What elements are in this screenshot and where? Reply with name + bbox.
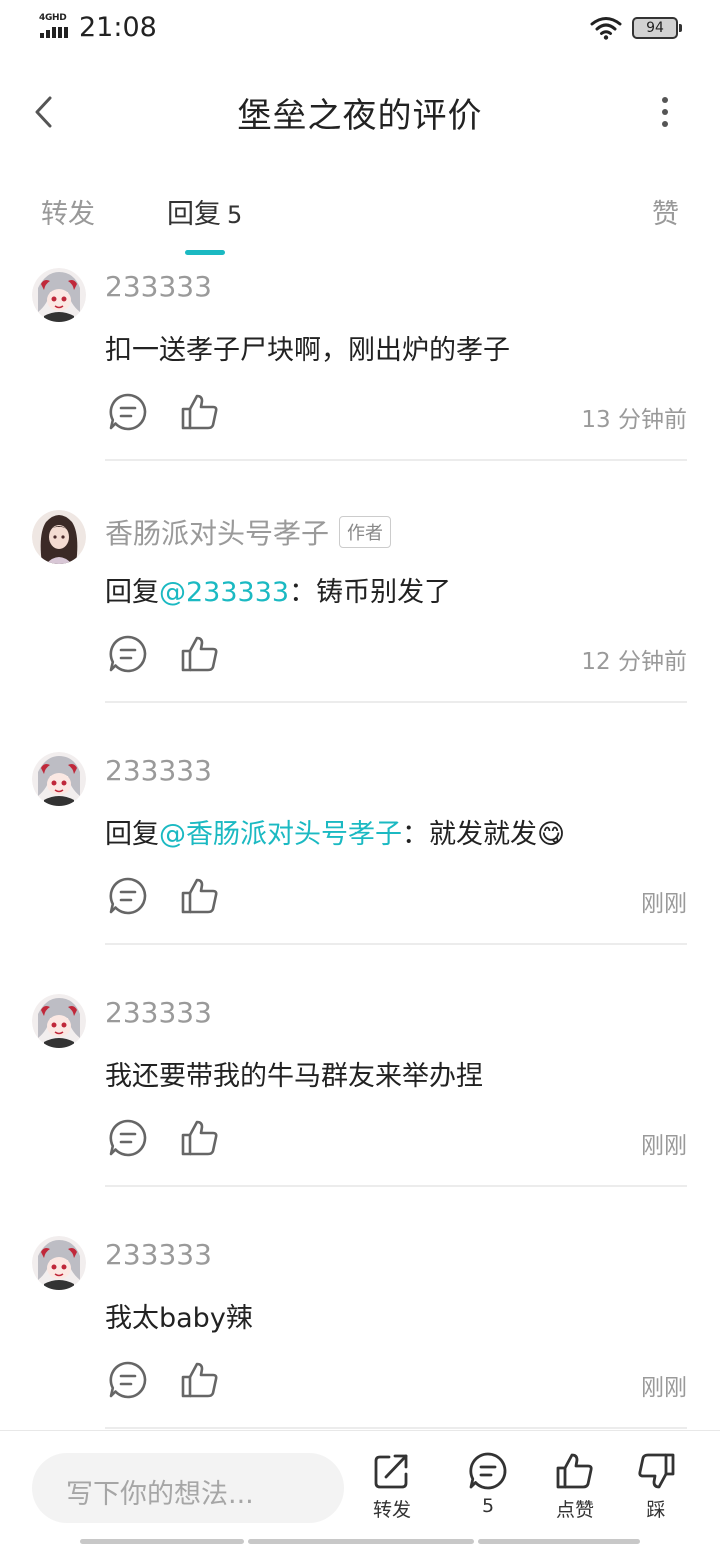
comment-username[interactable]: 香肠派对头号孝子 作者 — [105, 512, 392, 552]
comment-input[interactable]: 写下你的想法... — [32, 1453, 344, 1523]
emoji: 😋 — [537, 819, 566, 850]
thumbs-up-icon[interactable] — [180, 1360, 220, 1400]
comment-text: 回复@香肠派对头号孝子：就发就发😋 — [105, 819, 566, 850]
tab-reply[interactable]: 回复 5 — [167, 192, 242, 231]
avatar[interactable] — [32, 268, 86, 322]
tab-forward[interactable]: 转发 — [41, 192, 95, 231]
mention-link[interactable]: @香肠派对头号孝子 — [159, 819, 402, 850]
tab-active-indicator — [185, 250, 225, 255]
comment-item: 233333 回复@香肠派对头号孝子：就发就发😋 刚刚 — [0, 748, 720, 990]
comment-input-placeholder: 写下你的想法... — [66, 1479, 254, 1510]
reply-icon[interactable] — [108, 1118, 148, 1158]
tab-reply-label: 回复 — [167, 199, 221, 230]
reply-icon[interactable] — [108, 392, 148, 432]
cellular-signal-icon: 4GHD — [38, 13, 72, 40]
wifi-icon — [590, 17, 622, 40]
comment-text: 我还要带我的牛马群友来举办捏 — [105, 1061, 483, 1092]
mention-link[interactable]: @233333 — [159, 577, 289, 608]
comment-count: 5 — [481, 1495, 495, 1517]
tab-reply-count: 5 — [227, 201, 243, 229]
comment-username[interactable]: 233333 — [105, 270, 212, 303]
share-icon — [374, 1454, 408, 1489]
thumbs-up-icon[interactable] — [180, 634, 220, 674]
divider — [105, 701, 687, 703]
comment-time: 刚刚 — [641, 1375, 687, 1401]
comment-text: 我太baby辣 — [105, 1303, 253, 1334]
page-title: 堡垒之夜的评价 — [237, 96, 483, 136]
avatar[interactable] — [32, 752, 86, 806]
avatar[interactable] — [32, 1236, 86, 1290]
thumbs-down-icon — [638, 1453, 675, 1489]
divider — [105, 1427, 687, 1429]
thumbs-up-icon[interactable] — [180, 1118, 220, 1158]
comment-text: 扣一送孝子尸块啊，刚出炉的孝子 — [105, 335, 510, 366]
header: 堡垒之夜的评价 — [0, 70, 720, 154]
comment-time: 13 分钟前 — [581, 407, 687, 433]
comment-time: 刚刚 — [641, 891, 687, 917]
dislike-button[interactable]: 踩 — [626, 1451, 686, 1531]
divider — [105, 459, 687, 461]
reply-icon[interactable] — [108, 1360, 148, 1400]
thumbs-up-icon — [556, 1453, 593, 1489]
status-bar: 4GHD 21:08 94 — [0, 0, 720, 58]
home-indicator — [248, 1539, 474, 1544]
comment-time: 刚刚 — [641, 1133, 687, 1159]
like-button[interactable]: 点赞 — [545, 1451, 605, 1531]
tab-bar: 转发 回复 5 赞 — [0, 180, 720, 260]
status-time: 21:08 — [79, 12, 157, 43]
like-label: 点赞 — [555, 1499, 594, 1521]
comment-button[interactable]: 5 — [458, 1451, 518, 1531]
battery-icon: 94 — [632, 17, 682, 39]
forward-button[interactable]: 转发 — [362, 1451, 422, 1531]
comment-item: 233333 扣一送孝子尸块啊，刚出炉的孝子 13 分钟前 — [0, 264, 720, 506]
reply-icon[interactable] — [108, 876, 148, 916]
network-type: 4GHD — [39, 13, 67, 23]
comment-text: 回复@233333：铸币别发了 — [105, 577, 452, 608]
thumbs-up-icon[interactable] — [180, 392, 220, 432]
bottom-action-bar: 写下你的想法... 转发 5 点赞 踩 — [0, 1430, 720, 1544]
home-indicator — [80, 1539, 244, 1544]
comment-username[interactable]: 233333 — [105, 1238, 212, 1271]
more-options-icon[interactable] — [650, 92, 680, 132]
divider — [105, 943, 687, 945]
comment-item: 233333 我还要带我的牛马群友来举办捏 刚刚 — [0, 990, 720, 1232]
comment-username[interactable]: 233333 — [105, 754, 212, 787]
tab-like[interactable]: 赞 — [652, 192, 679, 231]
dislike-label: 踩 — [646, 1499, 666, 1521]
comment-icon — [469, 1452, 507, 1490]
battery-level: 94 — [646, 20, 664, 36]
divider — [105, 1185, 687, 1187]
comment-list: 233333 扣一送孝子尸块啊，刚出炉的孝子 13 分钟前 香肠派对头号孝子 作… — [0, 264, 720, 1474]
forward-label: 转发 — [372, 1499, 411, 1521]
comment-username[interactable]: 233333 — [105, 996, 212, 1029]
thumbs-up-icon[interactable] — [180, 876, 220, 916]
avatar[interactable] — [32, 510, 86, 564]
comment-time: 12 分钟前 — [581, 649, 687, 675]
author-badge: 作者 — [339, 516, 392, 548]
home-indicator — [478, 1539, 640, 1544]
reply-icon[interactable] — [108, 634, 148, 674]
avatar[interactable] — [32, 994, 86, 1048]
comment-item: 香肠派对头号孝子 作者 回复@233333：铸币别发了 12 分钟前 — [0, 506, 720, 748]
